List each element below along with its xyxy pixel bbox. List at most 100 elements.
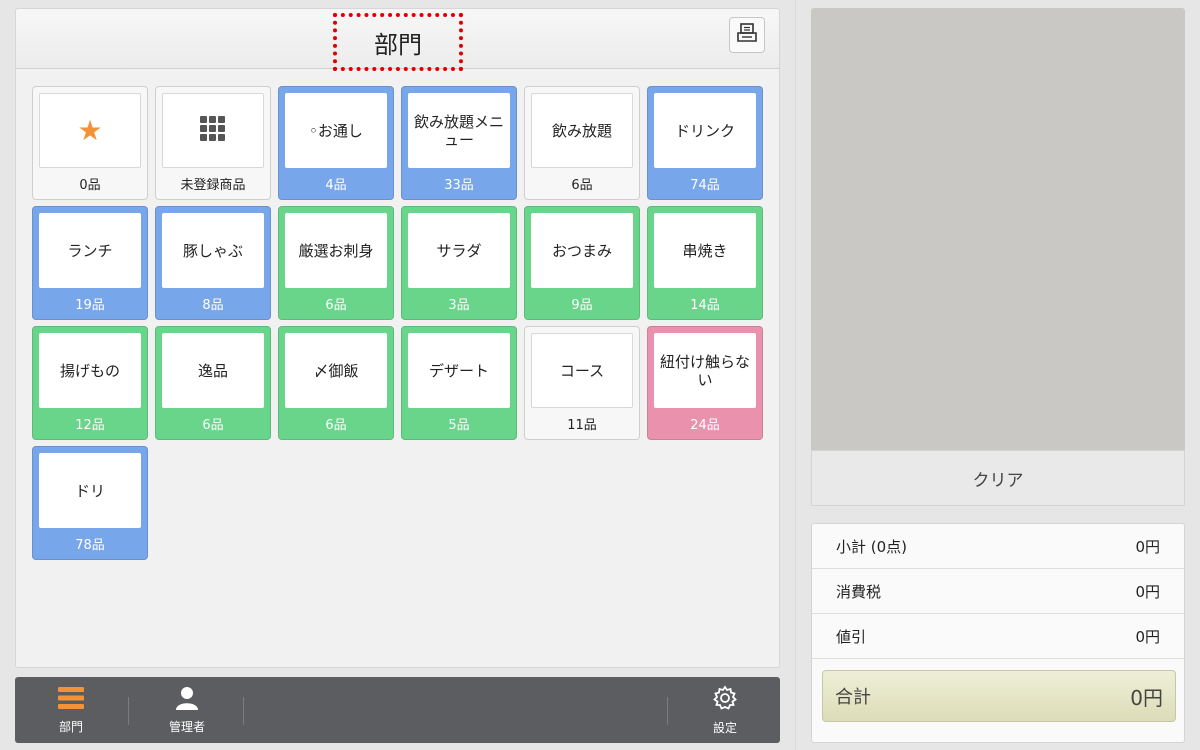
clear-button[interactable]: クリア (811, 450, 1185, 506)
department-tile[interactable]: おつまみ 9品 (524, 206, 640, 320)
department-tile-count: 74品 (690, 178, 720, 193)
keypad-icon (200, 115, 226, 146)
department-tile-label: 豚しゃぶ (182, 241, 243, 260)
department-tile-label: コース (559, 361, 605, 380)
department-tile-count: 6品 (202, 418, 224, 433)
toolbar-settings-button[interactable]: 設定 (695, 677, 755, 743)
toolbar-divider (128, 697, 129, 725)
department-tile[interactable]: 豚しゃぶ 8品 (155, 206, 271, 320)
department-tile[interactable]: 揚げもの 12品 (32, 326, 148, 440)
department-tile-count: 33品 (444, 178, 474, 193)
list-icon (58, 686, 84, 714)
department-tile-count: 19品 (75, 298, 105, 313)
subtotal-row: 小計 (0点) 0円 (812, 524, 1184, 569)
toolbar-admin-button[interactable]: 管理者 (155, 677, 219, 743)
department-tile-face: 飲み放題 (531, 93, 633, 168)
department-tile[interactable]: 〆御飯 6品 (278, 326, 394, 440)
department-tile-label: ドリ (74, 481, 105, 500)
department-tile-face: 豚しゃぶ (162, 213, 264, 288)
department-tile-count: 6品 (571, 178, 593, 193)
department-tile-label: デザート (428, 361, 489, 380)
department-tile-label: ◦お通し (309, 121, 363, 140)
department-tile-count: 6品 (325, 418, 347, 433)
department-panel: 部門 ★ 0品 未登録商品 ◦お通し 4品 飲み放題メニュー 33品 飲み放題 6品 ドリンク 74… (15, 8, 780, 668)
tax-row: 消費税 0円 (812, 569, 1184, 614)
department-tile-label: ドリンク (674, 121, 735, 140)
order-display-area (811, 8, 1185, 450)
department-tile-label: 揚げもの (59, 361, 120, 380)
department-tile[interactable]: ドリ 78品 (32, 446, 148, 560)
department-tile-face (162, 93, 264, 168)
department-tile-count: 5品 (448, 418, 470, 433)
department-tile[interactable]: ◦お通し 4品 (278, 86, 394, 200)
department-tile-count: 12品 (75, 418, 105, 433)
department-tile[interactable]: 飲み放題 6品 (524, 86, 640, 200)
department-tile-count: 78品 (75, 538, 105, 553)
department-tile-count: 24品 (690, 418, 720, 433)
department-tile-label: 紐付け触らない (659, 352, 750, 389)
star-icon: ★ (77, 113, 103, 147)
department-tile-face: デザート (408, 333, 510, 408)
department-tile-count: 3品 (448, 298, 470, 313)
page-title: 部門 (374, 30, 422, 59)
department-tile-label: 飲み放題 (551, 121, 612, 140)
toolbar-department-button[interactable]: 部門 (41, 677, 101, 743)
title-highlight: 部門 (333, 13, 463, 71)
department-tile-face: ドリンク (654, 93, 756, 168)
department-tile-face: 串焼き (654, 213, 756, 288)
department-tile[interactable]: ドリンク 74品 (647, 86, 763, 200)
department-tile[interactable]: 飲み放題メニュー 33品 (401, 86, 517, 200)
user-icon (175, 686, 199, 714)
department-tile-face: ドリ (39, 453, 141, 528)
department-tile-count: 6品 (325, 298, 347, 313)
discount-label: 値引 (836, 627, 867, 646)
printer-icon (736, 23, 758, 47)
department-tile-face: 紐付け触らない (654, 333, 756, 408)
total-value: 0円 (1130, 685, 1163, 710)
department-tile[interactable]: 紐付け触らない 24品 (647, 326, 763, 440)
department-tile[interactable]: 串焼き 14品 (647, 206, 763, 320)
department-tile-face: サラダ (408, 213, 510, 288)
department-tile-face: コース (531, 333, 633, 408)
department-tile-face: 逸品 (162, 333, 264, 408)
header: 部門 (16, 9, 779, 71)
department-tile-label: サラダ (436, 241, 482, 260)
department-tile-count: 8品 (202, 298, 224, 313)
department-tile[interactable]: サラダ 3品 (401, 206, 517, 320)
department-tile-count: 9品 (571, 298, 593, 313)
department-tile-face: おつまみ (531, 213, 633, 288)
department-tile-label: おつまみ (551, 241, 612, 260)
tax-label: 消費税 (836, 582, 882, 601)
department-tile-label: ランチ (67, 241, 113, 260)
department-tile-face: ランチ (39, 213, 141, 288)
department-tile[interactable]: 逸品 6品 (155, 326, 271, 440)
panel-divider (795, 0, 796, 750)
print-button[interactable] (729, 17, 765, 53)
order-summary: 小計 (0点) 0円 消費税 0円 値引 0円 合計 0円 (811, 523, 1185, 743)
department-tile-face: 厳選お刺身 (285, 213, 387, 288)
department-tile-face: 〆御飯 (285, 333, 387, 408)
department-tile[interactable]: ★ 0品 (32, 86, 148, 200)
department-tile-label: 飲み放題メニュー (413, 112, 504, 149)
department-tile-count: 11品 (567, 418, 597, 433)
department-tile-label: 逸品 (197, 361, 228, 380)
department-tile-face: 揚げもの (39, 333, 141, 408)
department-tile-label: 〆御飯 (313, 361, 359, 380)
discount-value: 0円 (1135, 627, 1160, 646)
total-box: 合計 0円 (822, 670, 1176, 722)
department-tile-count: 0品 (79, 178, 101, 193)
subtotal-value: 0円 (1135, 537, 1160, 556)
toolbar-divider (667, 697, 668, 725)
department-tile-face: ◦お通し (285, 93, 387, 168)
department-tile-count: 4品 (325, 178, 347, 193)
department-tile[interactable]: ランチ 19品 (32, 206, 148, 320)
department-tile[interactable]: 厳選お刺身 6品 (278, 206, 394, 320)
discount-row: 値引 0円 (812, 614, 1184, 659)
gear-icon (712, 684, 738, 715)
toolbar-divider (243, 697, 244, 725)
department-tile[interactable]: コース 11品 (524, 326, 640, 440)
department-tile-count: 14品 (690, 298, 720, 313)
department-tile-label: 厳選お刺身 (298, 241, 374, 260)
department-tile[interactable]: 未登録商品 (155, 86, 271, 200)
department-tile[interactable]: デザート 5品 (401, 326, 517, 440)
